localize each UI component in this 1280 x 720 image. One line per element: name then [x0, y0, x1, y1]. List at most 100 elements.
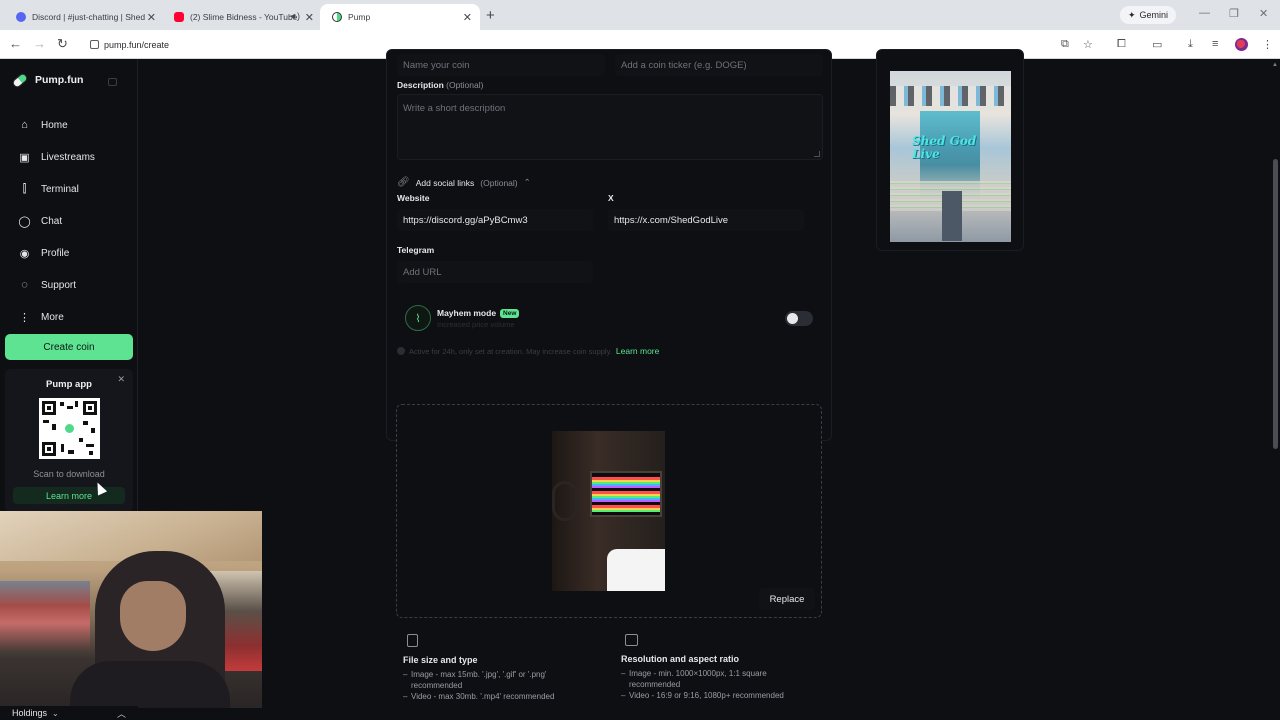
gemini-button[interactable]: ✦ Gemini: [1120, 6, 1176, 24]
sidebar-item-terminal[interactable]: ⫿ Terminal: [0, 173, 138, 205]
close-icon[interactable]: ✕: [147, 11, 156, 24]
replace-button[interactable]: Replace: [759, 588, 815, 610]
scan-text: Scan to download: [33, 469, 105, 479]
close-window-icon[interactable]: ✕: [1259, 7, 1268, 20]
close-icon[interactable]: ✕: [463, 11, 472, 24]
url-text: pump.fun/create: [104, 39, 170, 50]
sidebar-item-label: Profile: [41, 247, 70, 259]
browser-tab-bar: Discord | #just-chatting | Shed ✕ (2) Sl…: [0, 0, 1280, 30]
scroll-up-icon[interactable]: ▲: [1272, 62, 1278, 68]
close-icon[interactable]: ✕: [305, 11, 314, 24]
sidebar-item-label: Support: [41, 279, 77, 291]
back-icon[interactable]: ←: [9, 36, 22, 51]
extensions-icon[interactable]: ⧠: [1117, 38, 1126, 51]
tab-pump[interactable]: Pump ✕: [320, 4, 480, 30]
profile-icon: ◉: [19, 247, 30, 260]
minimize-icon[interactable]: —: [1199, 7, 1210, 19]
home-icon: ⌂: [21, 119, 28, 131]
pump-pill-icon: [332, 12, 342, 22]
coin-preview-card: Shed God Live: [876, 49, 1024, 251]
resolution-spec: Resolution and aspect ratio Image - min.…: [621, 634, 821, 701]
new-tab-icon[interactable]: +: [486, 7, 495, 24]
learn-more-button[interactable]: Learn more: [13, 487, 125, 504]
spec-title: Resolution and aspect ratio: [621, 654, 740, 664]
description-label: Description (Optional): [397, 80, 484, 90]
image-icon: [625, 634, 638, 646]
telegram-input[interactable]: Add URL: [397, 261, 593, 283]
learn-more-link[interactable]: Learn more: [616, 346, 659, 356]
create-coin-button[interactable]: Create coin: [5, 334, 133, 360]
scrollbar-thumb[interactable]: [1273, 159, 1278, 449]
reload-icon[interactable]: ↻: [57, 36, 68, 52]
pump-app-card: Pump app ✕ Scan to download Learn more: [5, 369, 133, 512]
sidebar-item-support[interactable]: ◌ Support: [0, 269, 138, 301]
terminal-icon: ⫿: [22, 182, 27, 195]
coin-form-card: Name your coin Add a coin ticker (e.g. D…: [386, 49, 832, 441]
spec-item: Image - max 15mb. '.jpg', '.gif' or '.pn…: [403, 669, 573, 691]
mayhem-title: Mayhem mode New: [437, 308, 520, 318]
sidebar-item-label: Livestreams: [41, 151, 95, 163]
more-icon: ⋮: [19, 311, 30, 324]
sidebar-item-chat[interactable]: ◯ Chat: [0, 205, 138, 237]
coin-name-input[interactable]: Name your coin: [397, 54, 605, 76]
media-upload-dropzone[interactable]: Replace: [396, 404, 822, 618]
coin-ticker-input[interactable]: Add a coin ticker (e.g. DOGE): [615, 54, 823, 76]
x-label: X: [608, 193, 614, 203]
mayhem-subtitle: Increased price volume: [437, 320, 515, 329]
sidebar-nav: ⌂ Home ▣ Livestreams ⫿ Terminal ◯ Chat ◉…: [0, 109, 138, 333]
x-input[interactable]: https://x.com/ShedGodLive: [608, 209, 804, 231]
forward-icon[interactable]: →: [33, 36, 46, 51]
social-links-toggle[interactable]: 🔗︎ Add social links (Optional) ⌃: [397, 177, 531, 188]
mayhem-toggle[interactable]: [785, 311, 813, 326]
tab-title: Discord | #just-chatting | Shed: [32, 12, 146, 22]
app-card-title: Pump app: [46, 379, 92, 390]
restore-icon[interactable]: ❐: [1229, 7, 1239, 20]
link-icon: 🔗︎: [397, 177, 410, 188]
speaker-icon[interactable]: ◄): [288, 11, 300, 21]
tab-title: Pump: [348, 12, 371, 22]
page-scrollbar[interactable]: ▲: [1271, 59, 1280, 720]
chevron-up-icon[interactable]: ︿: [117, 707, 126, 720]
collapse-sidebar-icon[interactable]: [108, 78, 117, 86]
uploaded-media-preview: [552, 431, 665, 591]
website-input[interactable]: https://discord.gg/aPyBCmw3: [397, 209, 593, 231]
chat-icon: ◯: [18, 215, 31, 228]
download-icon[interactable]: ⤓: [1188, 38, 1193, 51]
new-badge: New: [500, 308, 520, 318]
pump-pill-icon: [63, 422, 76, 435]
holdings-toggle[interactable]: Holdings ⌄ ︿: [0, 706, 138, 720]
video-icon: ▣: [19, 151, 30, 164]
brand[interactable]: Pump.fun: [10, 71, 83, 89]
social-toggle-label: Add social links: [415, 177, 475, 188]
sidebar-item-profile[interactable]: ◉ Profile: [0, 237, 138, 269]
close-icon[interactable]: ✕: [117, 374, 125, 385]
bookmark-star-icon[interactable]: ☆: [1083, 38, 1093, 51]
gemini-label: Gemini: [1139, 10, 1169, 20]
optional-text: (Optional): [480, 177, 518, 188]
site-info-icon[interactable]: [90, 40, 99, 49]
pulse-icon: ⌇: [405, 305, 431, 331]
info-icon: [397, 347, 405, 355]
tab-youtube[interactable]: (2) Slime Bidness - YouTube ◄) ✕: [162, 4, 322, 30]
sidebar-item-more[interactable]: ⋮ More: [0, 301, 138, 333]
sparkle-icon: ✦: [1127, 9, 1136, 20]
preview-image-text: Shed God Live: [912, 134, 977, 161]
tab-discord[interactable]: Discord | #just-chatting | Shed ✕: [4, 4, 164, 30]
mayhem-note-text: Active for 24h, only set at creation. Ma…: [409, 346, 612, 356]
sidebar-item-label: Chat: [41, 215, 63, 227]
profile-avatar[interactable]: [1235, 38, 1248, 51]
sidebar-item-label: Home: [41, 119, 68, 131]
media-controls-icon[interactable]: ≡: [1212, 38, 1218, 50]
description-textarea[interactable]: Write a short description: [397, 94, 823, 160]
reading-list-icon[interactable]: ▭: [1152, 38, 1162, 51]
sidebar-item-home[interactable]: ⌂ Home: [0, 109, 138, 141]
main-content: Name your coin Add a coin ticker (e.g. D…: [138, 49, 1270, 720]
coin-preview-image: Shed God Live: [890, 71, 1011, 242]
sidebar-item-livestreams[interactable]: ▣ Livestreams: [0, 141, 138, 173]
youtube-icon: [174, 12, 184, 22]
website-label: Website: [397, 193, 430, 203]
kebab-menu-icon[interactable]: ⋮: [1262, 38, 1273, 51]
chevron-down-icon: ⌄: [52, 708, 59, 718]
install-app-icon[interactable]: ⧉: [1061, 38, 1069, 51]
spec-title: File size and type: [403, 655, 478, 665]
